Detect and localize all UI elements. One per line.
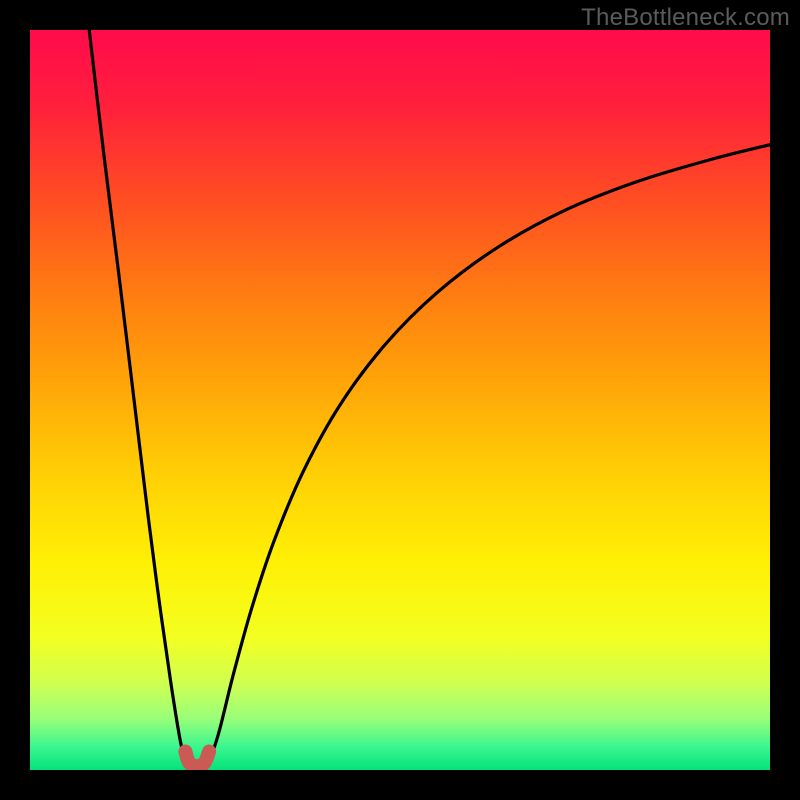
gradient-background: [30, 30, 770, 770]
plot-area: [30, 30, 770, 770]
outer-frame: TheBottleneck.com: [0, 0, 800, 800]
chart-svg: [30, 30, 770, 770]
watermark-text: TheBottleneck.com: [581, 4, 790, 32]
